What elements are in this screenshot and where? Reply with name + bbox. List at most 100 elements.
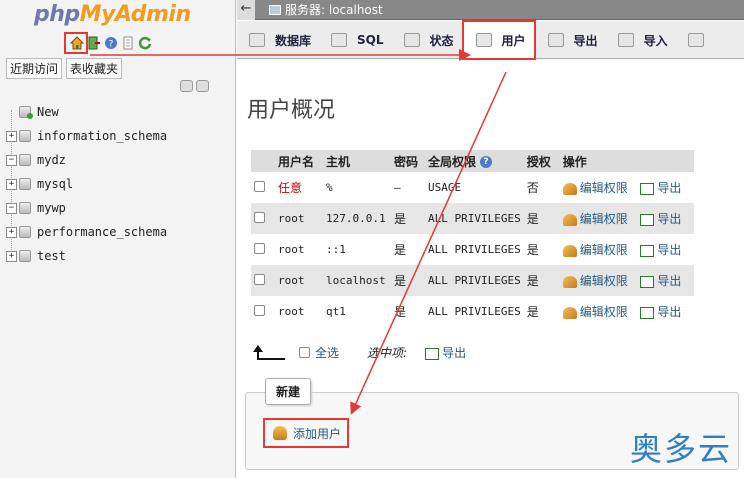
column-header[interactable]: 用户名 <box>275 150 323 172</box>
cell-grant: 否 <box>526 181 539 195</box>
back-button[interactable]: ← <box>237 0 255 20</box>
expand-icon[interactable]: + <box>6 250 17 262</box>
export-link[interactable]: 导出 <box>640 305 681 319</box>
cell-password: 是 <box>391 265 425 296</box>
nav-icon-bar: ? <box>69 36 152 50</box>
edit-privileges-link[interactable]: 编辑权限 <box>562 243 628 257</box>
row-checkbox[interactable] <box>254 180 265 192</box>
export-link[interactable]: 导出 <box>640 243 681 257</box>
tree-item-label: New <box>37 105 59 119</box>
nav-tabs: 近期访问 表收藏夹 <box>6 58 123 79</box>
cell-password: 是 <box>394 243 407 257</box>
reload-icon[interactable] <box>138 36 152 50</box>
tab-label: 导入 <box>643 33 668 48</box>
expand-icon[interactable]: + <box>6 130 17 142</box>
tab-export[interactable]: 导出 <box>536 21 606 59</box>
tree-item-new[interactable]: New <box>6 100 167 124</box>
row-checkbox[interactable] <box>254 273 265 285</box>
edit-privileges-link[interactable]: 编辑权限 <box>562 305 628 319</box>
cell-host: ::1 <box>326 243 346 256</box>
edit-privileges-link[interactable]: 编辑权限 <box>562 181 628 195</box>
user-add-icon <box>273 426 287 440</box>
expand-icon[interactable]: + <box>6 178 17 190</box>
export-icon <box>425 347 440 360</box>
table-row: root qt1 是 ALL PRIVILEGES 是 编辑权限 导出 <box>251 296 694 327</box>
table-row: root localhost 是 ALL PRIVILEGES 是 编辑权限 导… <box>251 265 694 296</box>
page-title: 用户概况 <box>247 98 336 123</box>
tree-item-label: information_schema <box>37 129 168 143</box>
server-breadcrumb[interactable]: 服务器: localhost <box>269 1 383 18</box>
edit-privileges-link[interactable]: 编辑权限 <box>562 274 628 288</box>
cell-privileges: ALL PRIVILEGES <box>425 203 524 234</box>
export-icon <box>640 213 655 226</box>
expand-icon[interactable]: + <box>6 226 17 238</box>
collapse-icon[interactable]: − <box>6 202 17 214</box>
export-link[interactable]: 导出 <box>640 181 681 195</box>
tab-sql[interactable]: SQL <box>319 21 392 59</box>
link-icon[interactable] <box>196 80 209 92</box>
table-row: 任意 % — USAGE 否 编辑权限 导出 <box>251 172 694 203</box>
tab-import[interactable]: 导入 <box>606 21 676 59</box>
export-icon <box>547 33 564 47</box>
home-icon[interactable] <box>69 36 85 50</box>
help-icon[interactable]: ? <box>480 156 493 168</box>
export-link[interactable]: 导出 <box>640 274 681 288</box>
row-checkbox[interactable] <box>254 242 265 254</box>
cell-password: 是 <box>394 305 407 319</box>
edit-privileges-icon <box>562 213 577 226</box>
tree-item-mywp[interactable]: − mywp <box>6 196 167 220</box>
tab-databases[interactable]: 数据库 <box>237 21 319 59</box>
column-header[interactable]: 主机 <box>323 150 391 172</box>
database-icon <box>249 33 265 47</box>
tab-status[interactable]: 状态 <box>392 21 462 59</box>
table-row: root 127.0.0.1 是 ALL PRIVILEGES 是 编辑权限 导… <box>251 203 694 234</box>
table-header-row: 用户名 主机 密码 全局权限? 授权 操作 <box>251 150 694 172</box>
column-header-label: 全局权限 <box>428 154 477 169</box>
column-header: 全局权限? <box>425 150 524 172</box>
cell-privileges: ALL PRIVILEGES <box>428 243 521 256</box>
add-user-button[interactable]: 添加用户 <box>263 418 350 448</box>
bulk-export-link[interactable]: 导出 <box>425 344 466 361</box>
tree-item-performance-schema[interactable]: + performance_schema <box>6 220 167 244</box>
tree-item-mysql[interactable]: + mysql <box>6 172 167 196</box>
status-icon <box>403 33 420 47</box>
with-selected-label: 选中项: <box>367 346 408 360</box>
cell-grant: 是 <box>523 265 560 296</box>
tab-settings[interactable] <box>676 21 712 59</box>
table-row: root ::1 是 ALL PRIVILEGES 是 编辑权限 导出 <box>251 234 694 265</box>
collapse-icon[interactable]: − <box>6 154 17 166</box>
cell-grant: 是 <box>523 203 560 234</box>
tab-favorites[interactable]: 表收藏夹 <box>66 58 123 79</box>
tab-label: 用户 <box>501 33 526 48</box>
phpmyadmin-logo[interactable]: phpMyAdmin <box>34 2 191 27</box>
select-all-label[interactable]: 全选 <box>315 344 339 361</box>
export-link[interactable]: 导出 <box>640 212 681 226</box>
exit-icon[interactable] <box>87 36 101 50</box>
cell-host: qt1 <box>326 305 346 318</box>
import-icon <box>617 33 634 47</box>
column-header: 操作 <box>559 150 694 172</box>
cell-host: 127.0.0.1 <box>323 203 391 234</box>
row-checkbox[interactable] <box>254 304 265 316</box>
edit-privileges-icon <box>562 182 577 195</box>
tree-item-label: performance_schema <box>37 225 168 239</box>
tree-item-information-schema[interactable]: + information_schema <box>6 124 167 148</box>
select-all-checkbox[interactable] <box>299 347 310 358</box>
tree-item-test[interactable]: + test <box>6 244 167 268</box>
tab-label: 状态 <box>429 33 454 48</box>
row-checkbox[interactable] <box>254 211 265 223</box>
watermark-logo: 奥多云 <box>629 430 732 468</box>
export-icon <box>640 275 655 288</box>
docs-icon[interactable] <box>121 36 135 50</box>
tab-users[interactable]: 用户 <box>461 20 536 60</box>
edit-privileges-link[interactable]: 编辑权限 <box>562 212 628 226</box>
help-icon[interactable]: ? <box>104 36 118 50</box>
bulk-actions: 全选 选中项: 导出 <box>253 344 466 361</box>
cell-user: root <box>278 305 305 318</box>
tab-recent[interactable]: 近期访问 <box>6 58 63 79</box>
column-header: 密码 <box>391 150 425 172</box>
sql-icon <box>331 33 348 47</box>
edit-privileges-icon <box>562 275 577 288</box>
collapse-all-icon[interactable] <box>180 80 193 92</box>
tree-item-mydz[interactable]: − mydz <box>6 148 167 172</box>
